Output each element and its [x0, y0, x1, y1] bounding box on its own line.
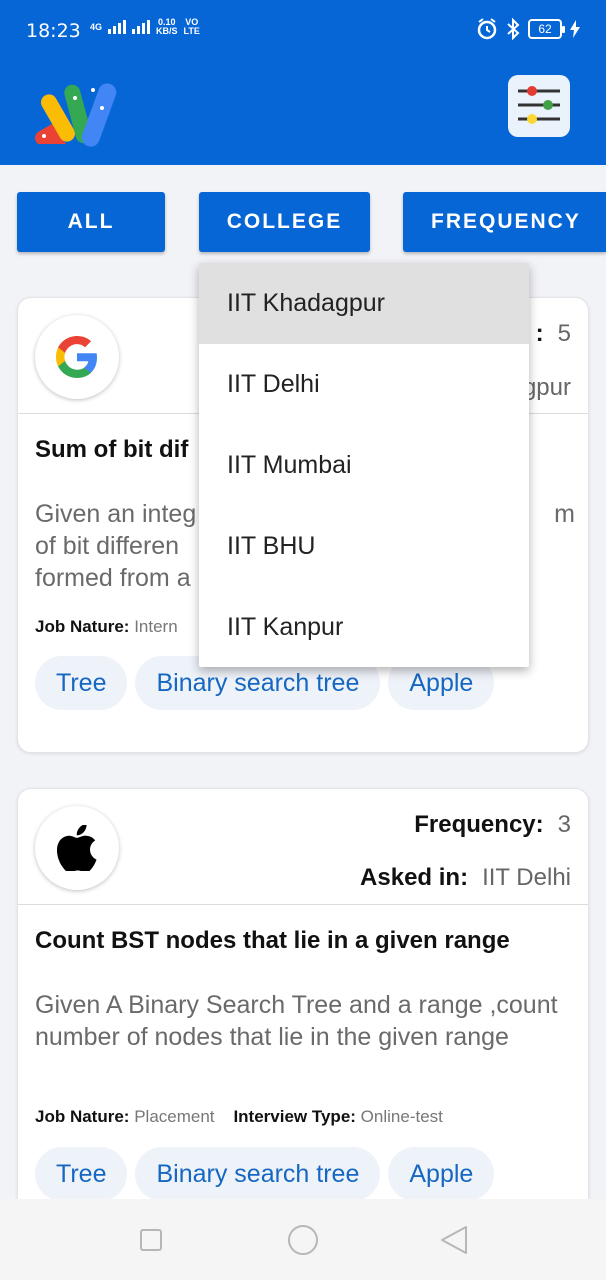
- status-time: 18:23: [26, 20, 81, 42]
- recents-button[interactable]: [140, 1229, 162, 1251]
- interview-type-label: Interview Type:: [233, 1107, 356, 1126]
- dropdown-option-iit-mumbai[interactable]: IIT Mumbai: [199, 425, 529, 506]
- job-nature-value: Placement: [134, 1107, 215, 1126]
- charging-icon: [570, 20, 580, 38]
- question-title: Sum of bit dif: [35, 436, 189, 463]
- job-nature-label: Job Nature:: [35, 617, 130, 636]
- status-right: 62: [476, 18, 580, 40]
- tag-chip[interactable]: Binary search tree: [135, 1147, 381, 1201]
- back-button[interactable]: [440, 1225, 468, 1255]
- status-bar: 18:23 4G 0.10 KB/S VO LTE 62: [0, 0, 606, 62]
- asked-in-row: gpur: [523, 374, 571, 402]
- home-button[interactable]: [288, 1225, 318, 1255]
- frequency-value: 3: [557, 811, 571, 838]
- question-title: Count BST nodes that lie in a given rang…: [35, 927, 510, 954]
- asked-in-value: IIT Delhi: [482, 864, 571, 891]
- tag-chip[interactable]: Tree: [35, 1147, 128, 1201]
- signal-icon: [108, 20, 127, 34]
- asked-in-label: Asked in:: [360, 864, 469, 891]
- google-logo-icon: [56, 336, 97, 378]
- frequency-label: :: [535, 320, 544, 347]
- desc-line-1-end: m: [554, 500, 575, 528]
- net-speed: 0.10 KB/S: [156, 18, 178, 36]
- job-nature-value: Intern: [134, 617, 178, 636]
- signal-icon-2: [132, 20, 151, 34]
- sliders-icon: [518, 86, 560, 124]
- frequency-row: :5: [536, 320, 571, 348]
- filter-frequency-button[interactable]: FREQUENCY: [403, 192, 606, 252]
- tag-chip[interactable]: Tree: [35, 656, 128, 710]
- frequency-value: 5: [557, 320, 571, 347]
- network-indicators: 4G 0.10 KB/S VO LTE: [90, 18, 200, 36]
- system-nav-bar: [0, 1199, 606, 1280]
- asked-in-row: Asked in: IIT Delhi: [360, 864, 571, 892]
- dropdown-option-iit-bhu[interactable]: IIT BHU: [199, 506, 529, 587]
- card-divider: [18, 904, 588, 905]
- app-bar: [0, 62, 606, 165]
- tag-chip[interactable]: Apple: [388, 1147, 495, 1201]
- network-type: 4G: [90, 21, 103, 32]
- question-card[interactable]: Frequency: 3 Asked in: IIT Delhi Count BST…: [17, 788, 589, 1228]
- company-avatar: [35, 315, 119, 399]
- job-info-row: Job Nature: Intern: [35, 617, 178, 637]
- app-logo-icon: [35, 83, 117, 147]
- dropdown-option-iit-khadagpur[interactable]: IIT Khadagpur: [199, 263, 529, 344]
- alarm-icon: [477, 18, 497, 40]
- filter-settings-button[interactable]: [508, 75, 570, 137]
- desc-line-1: Given an integ: [35, 500, 197, 528]
- asked-in-value: gpur: [522, 374, 571, 401]
- battery-icon: 62: [528, 19, 565, 39]
- filter-college-button[interactable]: COLLEGE: [199, 192, 370, 252]
- frequency-row: Frequency: 3: [414, 811, 571, 839]
- volte-bottom: LTE: [183, 26, 200, 36]
- question-description: Given A Binary Search Tree and a range ,…: [35, 991, 558, 1051]
- company-avatar: [35, 806, 119, 890]
- job-nature-label: Job Nature:: [35, 1107, 130, 1126]
- filter-all-button[interactable]: ALL: [17, 192, 165, 252]
- volte-indicator: VO LTE: [184, 18, 200, 36]
- job-info-row: Job Nature: Placement Interview Type: On…: [35, 1107, 443, 1127]
- tag-list: Tree Binary search tree Apple: [35, 1147, 495, 1201]
- college-dropdown-menu: IIT Khadagpur IIT Delhi IIT Mumbai IIT B…: [199, 263, 529, 667]
- bluetooth-icon: [507, 18, 520, 40]
- interview-type-value: Online-test: [360, 1107, 443, 1126]
- apple-logo-icon: [57, 825, 97, 871]
- dropdown-option-iit-kanpur[interactable]: IIT Kanpur: [199, 587, 529, 668]
- net-speed-unit: KB/S: [156, 26, 178, 36]
- frequency-label: Frequency:: [414, 811, 544, 838]
- dropdown-option-iit-delhi[interactable]: IIT Delhi: [199, 344, 529, 425]
